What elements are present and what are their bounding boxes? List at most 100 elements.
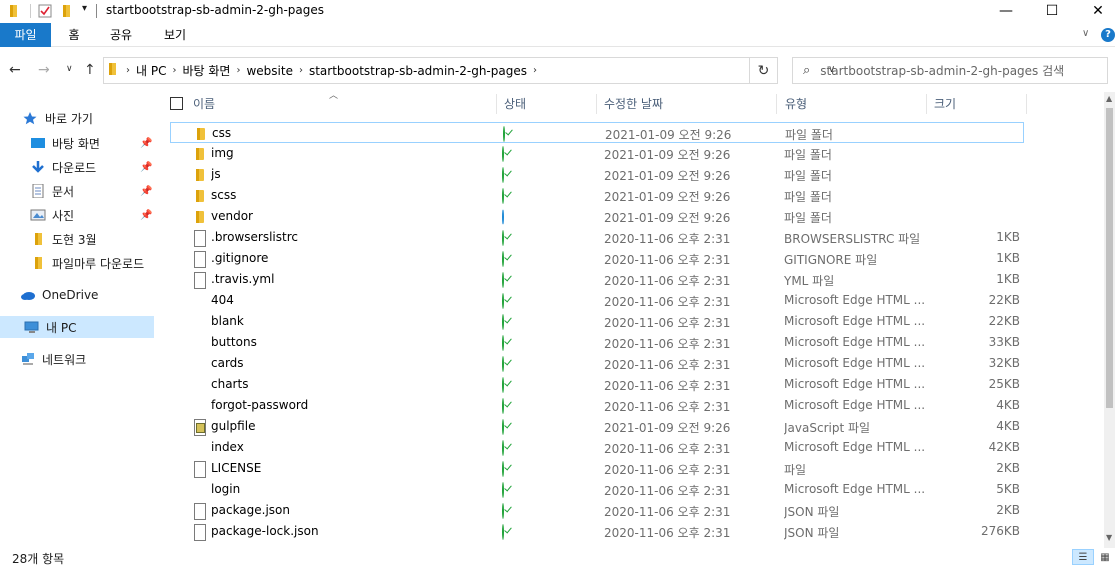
tab-file[interactable]: 파일 bbox=[0, 23, 51, 47]
breadcrumb-desktop[interactable]: 바탕 화면 bbox=[182, 62, 230, 79]
customize-toolbar-chevron-icon[interactable]: ▾ bbox=[82, 3, 87, 14]
properties-icon[interactable] bbox=[38, 4, 52, 21]
table-row[interactable]: .browserslistrc 2020-11-06 오후 2:31 BROWSER… bbox=[170, 227, 1024, 248]
file-name[interactable]: charts bbox=[211, 377, 248, 391]
scroll-up-icon[interactable]: ▲ bbox=[1106, 94, 1112, 103]
forward-arrow-icon[interactable]: → bbox=[38, 62, 50, 78]
scroll-down-icon[interactable]: ▼ bbox=[1106, 533, 1112, 542]
sidebar-item-onedrive[interactable]: OneDrive bbox=[0, 284, 154, 306]
file-name[interactable]: gulpfile bbox=[211, 419, 255, 433]
tab-share[interactable]: 공유 bbox=[104, 23, 138, 47]
file-name[interactable]: cards bbox=[211, 356, 244, 370]
sidebar-item-this-pc[interactable]: 내 PC bbox=[0, 316, 154, 338]
column-divider[interactable] bbox=[496, 94, 497, 114]
vertical-scrollbar[interactable]: ▲ ▼ bbox=[1104, 92, 1115, 548]
table-row[interactable]: forgot-password 2020-11-06 오후 2:31 Microso… bbox=[170, 395, 1024, 416]
file-name[interactable]: LICENSE bbox=[211, 461, 261, 475]
table-row[interactable]: 404 2020-11-06 오후 2:31 Microsoft Edge HTML… bbox=[170, 290, 1024, 311]
chevron-right-icon[interactable]: › bbox=[299, 65, 303, 76]
chevron-right-icon[interactable]: › bbox=[533, 65, 537, 76]
table-row[interactable]: cards 2020-11-06 오후 2:31 Microsoft Edge HT… bbox=[170, 353, 1024, 374]
chevron-right-icon[interactable]: › bbox=[126, 65, 130, 76]
table-row[interactable]: LICENSE 2020-11-06 오후 2:31 파일 2KB bbox=[170, 458, 1024, 479]
file-name[interactable]: index bbox=[211, 440, 244, 454]
table-row[interactable]: package-lock.json 2020-11-06 오후 2:31 JSON … bbox=[170, 521, 1024, 542]
table-row[interactable]: login 2020-11-06 오후 2:31 Microsoft Edge HT… bbox=[170, 479, 1024, 500]
table-row[interactable]: .gitignore 2020-11-06 오후 2:31 GITIGNORE 파일… bbox=[170, 248, 1024, 269]
table-row[interactable]: img 2021-01-09 오전 9:26 파일 폴더 bbox=[170, 143, 1024, 164]
table-row[interactable]: css 2021-01-09 오전 9:26 파일 폴더 bbox=[170, 122, 1024, 143]
file-name[interactable]: package-lock.json bbox=[211, 524, 319, 538]
help-icon[interactable]: ? bbox=[1101, 28, 1115, 42]
chevron-right-icon[interactable]: › bbox=[236, 65, 240, 76]
breadcrumb-this-pc[interactable]: 내 PC bbox=[136, 62, 166, 79]
minimize-button[interactable]: — bbox=[983, 0, 1029, 22]
table-row[interactable]: js 2021-01-09 오전 9:26 파일 폴더 bbox=[170, 164, 1024, 185]
file-name[interactable]: scss bbox=[211, 188, 236, 202]
chevron-right-icon[interactable]: › bbox=[172, 65, 176, 76]
back-arrow-icon[interactable]: ← bbox=[9, 62, 21, 78]
file-name[interactable]: .gitignore bbox=[211, 251, 268, 265]
sidebar-item-desktop[interactable]: 바탕 화면 📌 bbox=[0, 132, 154, 154]
scrollbar-thumb[interactable] bbox=[1106, 108, 1113, 408]
large-icons-view-button[interactable]: ▦ bbox=[1095, 549, 1115, 565]
sidebar-item-folder[interactable]: 파일마루 다운로드 bbox=[0, 252, 154, 274]
sidebar-item-network[interactable]: 네트워크 bbox=[0, 348, 154, 370]
breadcrumb-current-folder[interactable]: startbootstrap-sb-admin-2-gh-pages bbox=[309, 64, 527, 78]
details-view-button[interactable]: ☰ bbox=[1072, 549, 1094, 565]
sync-ok-icon bbox=[502, 419, 504, 435]
recent-locations-chevron-icon[interactable]: ∨ bbox=[66, 64, 73, 74]
file-name[interactable]: login bbox=[211, 482, 240, 496]
table-row[interactable]: gulpfile 2021-01-09 오전 9:26 JavaScript 파일 4… bbox=[170, 416, 1024, 437]
table-row[interactable]: buttons 2020-11-06 오후 2:31 Microsoft Edge … bbox=[170, 332, 1024, 353]
tab-home[interactable]: 홈 bbox=[60, 23, 88, 47]
file-name[interactable]: 404 bbox=[211, 293, 234, 307]
column-header-name[interactable]: 이름 bbox=[193, 92, 215, 116]
column-divider[interactable] bbox=[596, 94, 597, 114]
column-header-status[interactable]: 상태 bbox=[504, 92, 526, 116]
details-view-icon: ☰ bbox=[1078, 551, 1088, 563]
file-name[interactable]: forgot-password bbox=[211, 398, 308, 412]
column-divider[interactable] bbox=[776, 94, 777, 114]
file-name[interactable]: img bbox=[211, 146, 234, 160]
column-divider[interactable] bbox=[1026, 94, 1027, 114]
breadcrumb-website[interactable]: website bbox=[246, 64, 293, 78]
expand-ribbon-chevron-icon[interactable]: ∨ bbox=[1082, 28, 1089, 39]
file-type: YML 파일 bbox=[784, 274, 835, 288]
maximize-button[interactable]: ☐ bbox=[1029, 0, 1075, 22]
file-name[interactable]: .browserslistrc bbox=[211, 230, 298, 244]
table-row[interactable]: package.json 2020-11-06 오후 2:31 JSON 파일 2KB bbox=[170, 500, 1024, 521]
column-header-modified[interactable]: 수정한 날짜 bbox=[604, 92, 663, 116]
table-row[interactable]: scss 2021-01-09 오전 9:26 파일 폴더 bbox=[170, 185, 1024, 206]
new-folder-icon[interactable] bbox=[61, 4, 73, 21]
file-name[interactable]: js bbox=[211, 167, 221, 181]
column-divider[interactable] bbox=[926, 94, 927, 114]
sidebar-item-documents[interactable]: 문서 📌 bbox=[0, 180, 154, 202]
close-button[interactable]: ✕ bbox=[1075, 0, 1115, 22]
sidebar-item-folder[interactable]: 도현 3월 bbox=[0, 228, 154, 250]
table-row[interactable]: index 2020-11-06 오후 2:31 Microsoft Edge HT… bbox=[170, 437, 1024, 458]
up-arrow-icon[interactable]: ↑ bbox=[84, 62, 96, 78]
column-header-size[interactable]: 크기 bbox=[934, 92, 956, 116]
file-name[interactable]: .travis.yml bbox=[211, 272, 274, 286]
tab-view[interactable]: 보기 bbox=[158, 23, 192, 47]
file-type: JSON 파일 bbox=[784, 526, 840, 540]
refresh-button[interactable]: ↻ bbox=[750, 57, 778, 84]
select-all-checkbox[interactable] bbox=[170, 97, 183, 110]
sidebar-item-downloads[interactable]: 다운로드 📌 bbox=[0, 156, 154, 178]
table-row[interactable]: .travis.yml 2020-11-06 오후 2:31 YML 파일 1KB bbox=[170, 269, 1024, 290]
sidebar-item-pictures[interactable]: 사진 📌 bbox=[0, 204, 154, 226]
sidebar-item-quick-access[interactable]: 바로 가기 bbox=[0, 107, 154, 129]
table-row[interactable]: blank 2020-11-06 오후 2:31 Microsoft Edge HT… bbox=[170, 311, 1024, 332]
file-name[interactable]: vendor bbox=[211, 209, 253, 223]
table-row[interactable]: charts 2020-11-06 오후 2:31 Microsoft Edge H… bbox=[170, 374, 1024, 395]
search-input[interactable]: ⌕ startbootstrap-sb-admin-2-gh-pages 검색 bbox=[792, 57, 1108, 84]
table-row[interactable]: vendor 2021-01-09 오전 9:26 파일 폴더 bbox=[170, 206, 1024, 227]
address-bar[interactable]: › 내 PC › 바탕 화면 › website › startbootstra… bbox=[103, 57, 835, 84]
column-header-type[interactable]: 유형 bbox=[785, 92, 807, 116]
file-name[interactable]: blank bbox=[211, 314, 244, 328]
file-name[interactable]: package.json bbox=[211, 503, 290, 517]
file-name[interactable]: buttons bbox=[211, 335, 257, 349]
file-name[interactable]: css bbox=[212, 126, 231, 140]
folder-icon[interactable] bbox=[8, 4, 20, 21]
